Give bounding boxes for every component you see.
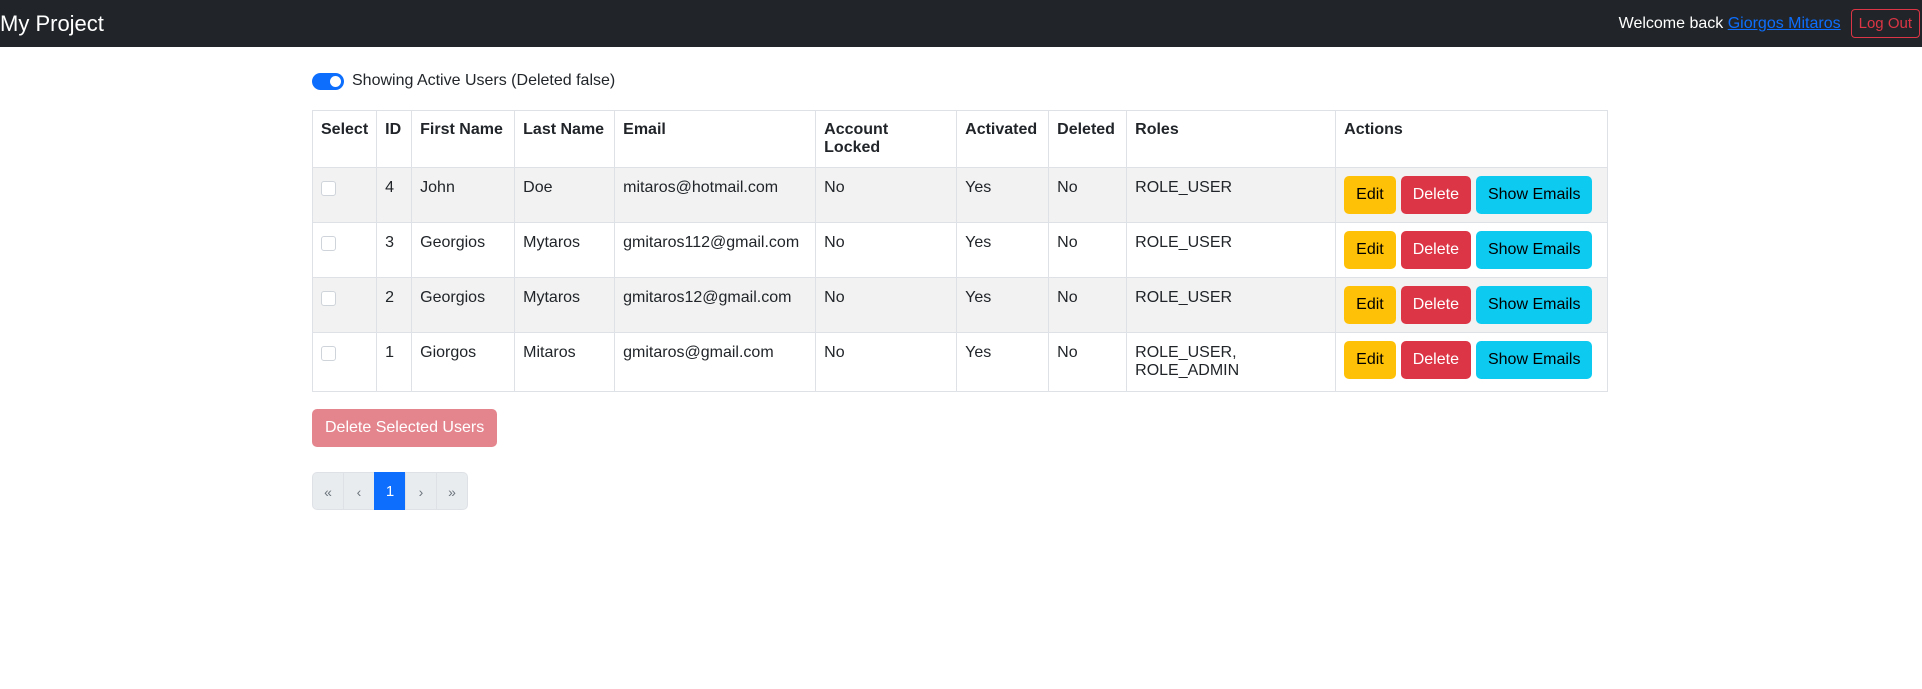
row-select-checkbox[interactable] [321,346,336,361]
user-profile-link[interactable]: Giorgos Mitaros [1728,15,1841,32]
deleted-filter-label: Showing Active Users (Deleted false) [352,72,616,89]
deleted-cell: No [1048,167,1128,223]
account-locked-cell: No [815,332,958,392]
column-header-roles: Roles [1126,110,1337,168]
last-name-cell: Mitaros [514,332,616,392]
account-locked-cell: No [815,167,958,223]
delete-selected-users-button[interactable]: Delete Selected Users [312,409,498,447]
activated-cell: Yes [956,277,1050,333]
row-select-checkbox[interactable] [321,236,336,251]
last-name-cell: Mytaros [514,222,616,278]
top-navbar: My Project Welcome back Giorgos Mitaros … [0,0,1922,47]
id-cell: 1 [376,332,413,392]
select-cell [311,332,378,392]
edit-button[interactable]: Edit [1344,341,1396,379]
deleted-filter-toggle[interactable] [312,72,344,90]
delete-button[interactable]: Delete [1400,286,1471,324]
delete-button[interactable]: Delete [1400,341,1471,379]
select-cell [311,222,378,278]
first-name-cell: Georgios [411,222,516,278]
show-emails-button[interactable]: Show Emails [1475,341,1593,379]
first-name-cell: Georgios [411,277,516,333]
first-page-button[interactable]: « [312,472,344,510]
activated-cell: Yes [956,332,1050,392]
id-cell: 4 [376,167,413,223]
delete-button[interactable]: Delete [1400,176,1471,214]
edit-button[interactable]: Edit [1344,286,1396,324]
activated-cell: Yes [956,222,1050,278]
deleted-cell: No [1048,332,1128,392]
navbar-user-area: Welcome back Giorgos Mitaros Log Out [1619,9,1920,38]
pagination: « ‹ 1 › » [312,472,1608,510]
account-locked-cell: No [815,222,958,278]
edit-button[interactable]: Edit [1344,231,1396,269]
show-emails-button[interactable]: Show Emails [1475,231,1593,269]
table-row: 3 Georgios Mytaros gmitaros112@gmail.com… [311,222,1608,278]
first-name-cell: Giorgos [411,332,516,392]
show-emails-button[interactable]: Show Emails [1475,286,1593,324]
active-users-filter: Showing Active Users (Deleted false) [312,72,1608,90]
column-header-id: ID [376,110,413,168]
table-row: 4 John Doe mitaros@hotmail.com No Yes No… [311,167,1608,223]
id-cell: 3 [376,222,413,278]
column-header-last-name: Last Name [514,110,616,168]
roles-cell: ROLE_USER [1126,277,1337,333]
previous-page-button[interactable]: ‹ [343,472,375,510]
id-cell: 2 [376,277,413,333]
last-name-cell: Mytaros [514,277,616,333]
activated-cell: Yes [956,167,1050,223]
table-row: 1 Giorgos Mitaros gmitaros@gmail.com No … [311,332,1608,392]
column-header-first-name: First Name [411,110,516,168]
actions-cell: Edit Delete Show Emails [1335,277,1608,333]
column-header-email: Email [614,110,817,168]
table-header-row: Select ID First Name Last Name Email Acc… [311,110,1608,168]
column-header-activated: Activated [956,110,1050,168]
users-table: Select ID First Name Last Name Email Acc… [311,110,1608,392]
actions-cell: Edit Delete Show Emails [1335,332,1608,392]
select-cell [311,277,378,333]
welcome-prefix: Welcome back [1618,14,1728,32]
page-1-button[interactable]: 1 [374,472,406,510]
select-cell [311,167,378,223]
roles-cell: ROLE_USER [1126,222,1337,278]
roles-cell: ROLE_USER, ROLE_ADMIN [1126,332,1337,392]
column-header-deleted: Deleted [1048,110,1128,168]
deleted-cell: No [1048,222,1128,278]
row-select-checkbox[interactable] [321,291,336,306]
next-page-button[interactable]: › [405,472,437,510]
account-locked-cell: No [815,277,958,333]
email-cell: gmitaros112@gmail.com [614,222,817,278]
brand-title[interactable]: My Project [0,11,104,37]
show-emails-button[interactable]: Show Emails [1475,176,1593,214]
roles-cell: ROLE_USER [1126,167,1337,223]
email-cell: gmitaros12@gmail.com [614,277,817,333]
email-cell: gmitaros@gmail.com [614,332,817,392]
deleted-cell: No [1048,277,1128,333]
first-name-cell: John [411,167,516,223]
delete-button[interactable]: Delete [1400,231,1471,269]
email-cell: mitaros@hotmail.com [614,167,817,223]
last-page-button[interactable]: » [436,472,468,510]
column-header-actions: Actions [1335,110,1608,168]
welcome-message: Welcome back Giorgos Mitaros [1619,15,1841,33]
actions-cell: Edit Delete Show Emails [1335,167,1608,223]
row-select-checkbox[interactable] [321,181,336,196]
main-content: Showing Active Users (Deleted false) Sel… [311,47,1608,510]
last-name-cell: Doe [514,167,616,223]
logout-button[interactable]: Log Out [1850,9,1920,38]
actions-cell: Edit Delete Show Emails [1335,222,1608,278]
column-header-account-locked: Account Locked [815,110,958,168]
table-row: 2 Georgios Mytaros gmitaros12@gmail.com … [311,277,1608,333]
column-header-select: Select [311,110,378,168]
edit-button[interactable]: Edit [1344,176,1396,214]
